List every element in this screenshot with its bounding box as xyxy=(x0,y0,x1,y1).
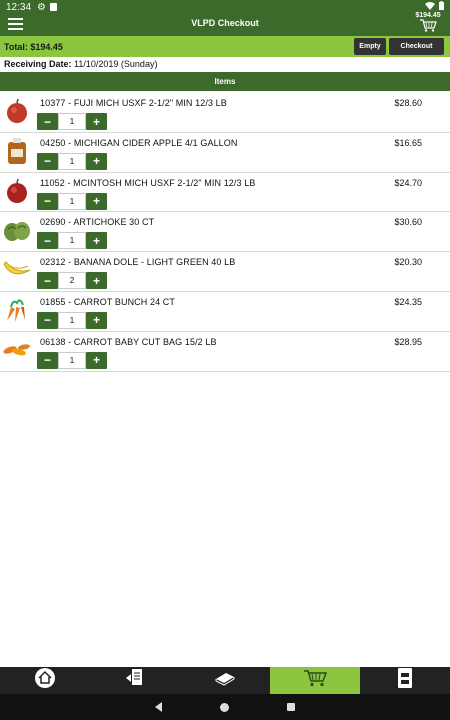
cart-icon xyxy=(303,669,328,692)
quantity-stepper: − 2 + xyxy=(37,272,107,290)
item-name: 01855 - CARROT BUNCH 24 CT xyxy=(40,296,175,307)
list-item: 06138 - CARROT BABY CUT BAG 15/2 LB $28.… xyxy=(0,332,450,372)
items-header: Items xyxy=(0,72,450,91)
increase-quantity-button[interactable]: + xyxy=(86,152,107,170)
catalog-icon xyxy=(214,669,236,692)
item-name: 02312 - BANANA DOLE - LIGHT GREEN 40 LB xyxy=(40,257,236,268)
item-price: $20.30 xyxy=(394,257,422,268)
item-name: 04250 - MICHIGAN CIDER APPLE 4/1 GALLON xyxy=(40,137,238,148)
quantity-stepper: − 1 + xyxy=(37,113,107,130)
quantity-stepper: − 1 + xyxy=(37,351,107,369)
decrease-quantity-button[interactable]: − xyxy=(37,192,58,210)
scanner-icon xyxy=(397,667,413,694)
list-item: 04250 - MICHIGAN CIDER APPLE 4/1 GALLON … xyxy=(0,133,450,173)
list-item: 02312 - BANANA DOLE - LIGHT GREEN 40 LB … xyxy=(0,252,450,292)
cart-icon xyxy=(412,19,444,32)
item-name: 06138 - CARROT BABY CUT BAG 15/2 LB xyxy=(40,336,217,347)
baby-carrots-icon xyxy=(2,336,32,364)
increase-quantity-button[interactable]: + xyxy=(86,232,107,250)
receiving-date-label: Receiving Date: xyxy=(4,59,72,69)
increase-quantity-button[interactable]: + xyxy=(86,113,107,130)
item-price: $28.95 xyxy=(394,336,422,347)
decrease-quantity-button[interactable]: − xyxy=(37,113,58,130)
list-item: 11052 - MCINTOSH MICH USXF 2-1/2" MIN 12… xyxy=(0,173,450,213)
recents-icon[interactable] xyxy=(287,703,295,711)
header-cart-amount: $194.45 xyxy=(415,12,441,19)
decrease-quantity-button[interactable]: − xyxy=(37,272,58,290)
decrease-quantity-button[interactable]: − xyxy=(37,152,58,170)
quantity-field[interactable]: 1 xyxy=(58,351,86,369)
carrot-bunch-icon xyxy=(2,296,32,324)
item-price: $24.35 xyxy=(394,296,422,307)
increase-quantity-button[interactable]: + xyxy=(86,351,107,369)
tab-scanner[interactable] xyxy=(360,667,450,694)
quantity-stepper: − 1 + xyxy=(37,232,107,250)
total-bar: Total: $194.45 Empty Checkout xyxy=(0,36,450,57)
cider-jug-icon xyxy=(2,137,32,165)
notification-status-icon xyxy=(50,3,57,11)
receiving-date: Receiving Date: 11/10/2019 (Sunday) xyxy=(4,59,157,69)
list-item: 01855 - CARROT BUNCH 24 CT $24.35 − 1 + xyxy=(0,292,450,332)
header-cart-button[interactable]: $194.45 xyxy=(412,12,444,32)
home-circle-icon[interactable] xyxy=(220,702,229,712)
item-name: 10377 - FUJI MICH USXF 2-1/2" MIN 12/3 L… xyxy=(40,98,227,108)
increase-quantity-button[interactable]: + xyxy=(86,192,107,210)
list-item: 10377 - FUJI MICH USXF 2-1/2" MIN 12/3 L… xyxy=(0,93,450,133)
home-icon xyxy=(34,667,56,694)
items-list: 10377 - FUJI MICH USXF 2-1/2" MIN 12/3 L… xyxy=(0,93,450,372)
decrease-quantity-button[interactable]: − xyxy=(37,351,58,369)
item-price: $30.60 xyxy=(394,217,422,228)
quantity-field[interactable]: 1 xyxy=(58,113,86,130)
quantity-stepper: − 1 + xyxy=(37,311,107,329)
item-price: $28.60 xyxy=(394,98,422,108)
quantity-field[interactable]: 1 xyxy=(58,152,86,170)
settings-status-icon: ⚙ xyxy=(37,1,46,13)
quantity-stepper: − 1 + xyxy=(37,192,107,210)
order-list-icon xyxy=(124,668,146,693)
status-bar: 12:34 ⚙ xyxy=(0,0,450,14)
tab-cart[interactable] xyxy=(270,667,360,694)
quantity-field[interactable]: 1 xyxy=(58,232,86,250)
tab-home[interactable] xyxy=(0,667,90,694)
tab-catalog[interactable] xyxy=(180,667,270,694)
total-label: Total: xyxy=(4,41,28,52)
list-item: 02690 - ARTICHOKE 30 CT $30.60 − 1 + xyxy=(0,212,450,253)
tab-orders[interactable] xyxy=(90,667,180,694)
page-title: VLPD Checkout xyxy=(191,18,259,28)
app-bar: VLPD Checkout $194.45 xyxy=(0,12,450,36)
wifi-icon xyxy=(425,1,435,13)
empty-cart-button[interactable]: Empty xyxy=(354,38,386,55)
checkout-button[interactable]: Checkout xyxy=(389,38,444,55)
apple-icon xyxy=(2,177,32,205)
quantity-field[interactable]: 2 xyxy=(58,272,86,290)
back-icon[interactable] xyxy=(155,702,162,712)
decrease-quantity-button[interactable]: − xyxy=(37,232,58,250)
item-price: $24.70 xyxy=(394,177,422,188)
status-time: 12:34 xyxy=(6,1,32,13)
quantity-field[interactable]: 1 xyxy=(58,192,86,210)
increase-quantity-button[interactable]: + xyxy=(86,311,107,329)
quantity-stepper: − 1 + xyxy=(37,152,107,170)
artichoke-icon xyxy=(2,216,32,244)
banana-icon xyxy=(2,256,32,284)
apple-icon xyxy=(2,97,32,125)
bottom-nav xyxy=(0,667,450,694)
decrease-quantity-button[interactable]: − xyxy=(37,311,58,329)
system-nav-bar xyxy=(0,694,450,720)
receiving-date-value: 11/10/2019 (Sunday) xyxy=(74,59,158,69)
item-price: $16.65 xyxy=(394,137,422,148)
quantity-field[interactable]: 1 xyxy=(58,311,86,329)
total-value: $194.45 xyxy=(30,41,63,52)
increase-quantity-button[interactable]: + xyxy=(86,272,107,290)
item-name: 02690 - ARTICHOKE 30 CT xyxy=(40,217,155,228)
item-name: 11052 - MCINTOSH MICH USXF 2-1/2" MIN 12… xyxy=(40,177,256,188)
